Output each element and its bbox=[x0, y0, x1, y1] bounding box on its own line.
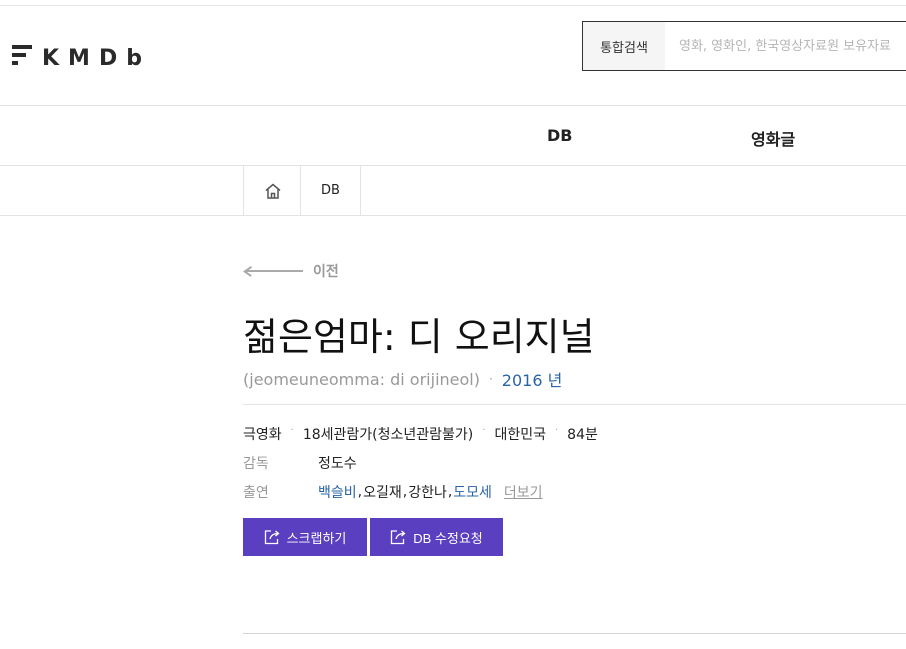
home-icon bbox=[265, 183, 280, 199]
production-year[interactable]: 2016 년 bbox=[502, 367, 563, 391]
search-box: 통합검색 bbox=[582, 21, 906, 71]
db-edit-request-label: DB 수정요청 bbox=[413, 530, 483, 546]
page: KMDb 통합검색 DB 영화글 DB 이전 젊은엄마: 디 오리지널 (jeo… bbox=[0, 0, 906, 649]
kmdb-logo[interactable]: KMDb bbox=[12, 42, 151, 71]
section-divider bbox=[243, 633, 906, 634]
cast-member: 강한나 bbox=[408, 485, 447, 501]
meta-country: 대한민국 bbox=[494, 427, 546, 443]
header-divider bbox=[0, 105, 906, 106]
cast-more-link[interactable]: 더보기 bbox=[504, 482, 543, 502]
cast-row: 출연 백슬비 , 오길재 , 강한나 , 도모세 더보기 bbox=[243, 482, 543, 502]
scrap-button[interactable]: 스크랩하기 bbox=[243, 518, 367, 556]
gnb-item-db[interactable]: DB bbox=[547, 126, 572, 145]
director-row: 감독 정도수 bbox=[243, 453, 357, 473]
cast-member-link[interactable]: 도모세 bbox=[453, 482, 492, 502]
meta-genre: 극영화 bbox=[243, 427, 282, 443]
back-label: 이전 bbox=[313, 264, 339, 280]
content-divider bbox=[243, 404, 906, 405]
back-link[interactable]: 이전 bbox=[243, 261, 339, 281]
separator-dot: · bbox=[554, 424, 559, 436]
director-label: 감독 bbox=[243, 456, 269, 472]
db-edit-request-button[interactable]: DB 수정요청 bbox=[370, 518, 503, 556]
share-icon bbox=[390, 529, 408, 545]
separator-dot: · bbox=[488, 372, 493, 386]
logo-icon bbox=[12, 44, 34, 69]
search-input[interactable] bbox=[665, 22, 906, 70]
separator-dot: · bbox=[482, 424, 486, 436]
gnb-divider bbox=[0, 165, 906, 166]
movie-subtitle: (jeomeuneomma: di orijineol) · 2016 년 bbox=[243, 367, 562, 391]
scrap-button-label: 스크랩하기 bbox=[286, 530, 347, 546]
breadcrumb-db[interactable]: DB bbox=[300, 166, 361, 215]
romanized-title: (jeomeuneomma: di orijineol) bbox=[243, 369, 480, 389]
director-name: 정도수 bbox=[318, 456, 357, 472]
cast-label: 출연 bbox=[243, 485, 269, 501]
share-icon bbox=[264, 529, 282, 545]
breadcrumb-home[interactable] bbox=[243, 166, 301, 215]
gnb-item-film-writing[interactable]: 영화글 bbox=[751, 126, 795, 150]
movie-meta: 극영화 · 18세관람가(청소년관람불가) · 대한민국 · 84분 bbox=[243, 424, 598, 444]
search-scope-label[interactable]: 통합검색 bbox=[583, 22, 665, 70]
arrow-left-icon bbox=[243, 265, 303, 277]
breadcrumb-divider bbox=[0, 215, 906, 216]
movie-title: 젊은엄마: 디 오리지널 bbox=[243, 315, 595, 359]
meta-runtime: 84분 bbox=[567, 427, 598, 443]
cast-member: 오길재 bbox=[363, 485, 402, 501]
separator-dot: · bbox=[290, 424, 294, 436]
cast-member-link[interactable]: 백슬비 bbox=[318, 482, 357, 502]
top-divider bbox=[0, 5, 906, 6]
logo-text: KMDb bbox=[42, 46, 151, 71]
meta-rating: 18세관람가(청소년관람불가) bbox=[302, 427, 474, 443]
